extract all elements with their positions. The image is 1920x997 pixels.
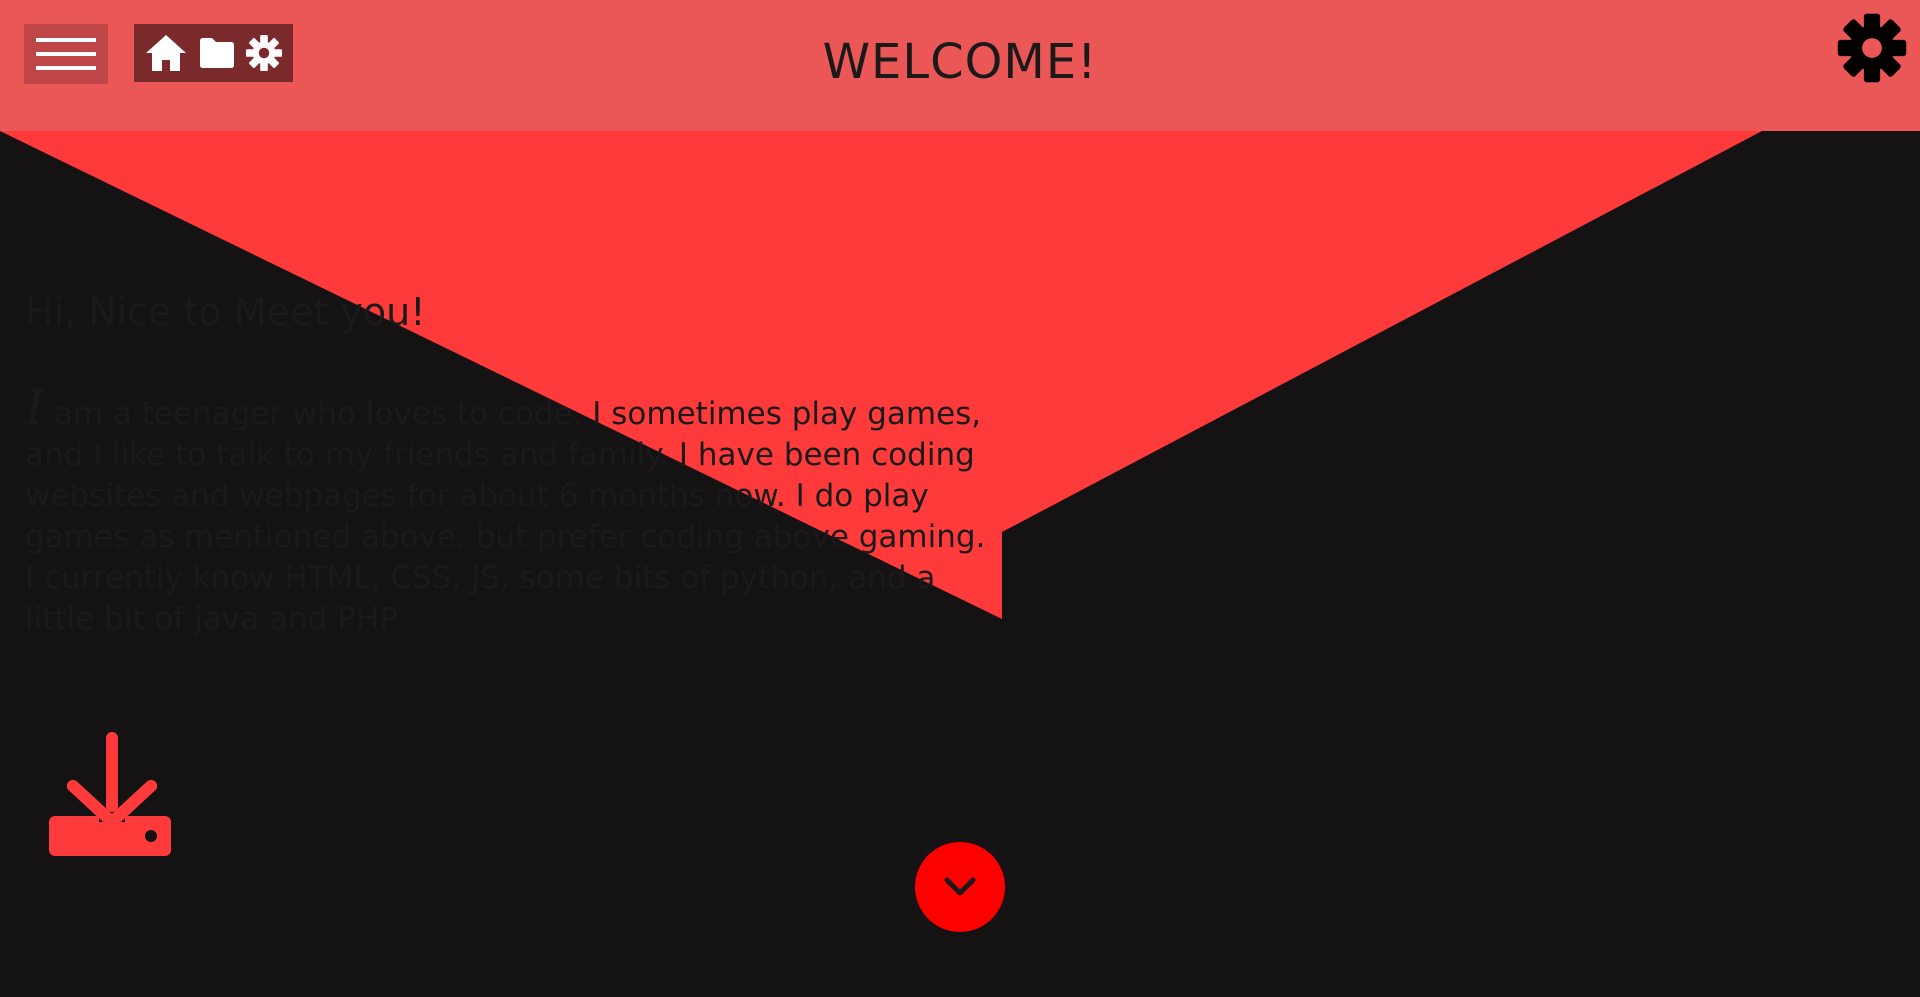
gear-icon: [1837, 13, 1907, 83]
chevron-down-icon: [944, 877, 976, 896]
drop-cap: I: [25, 380, 44, 436]
download-button[interactable]: [24, 707, 198, 881]
intro-heading: Hi, Nice to Meet you!: [25, 290, 426, 334]
settings-button[interactable]: [1836, 12, 1908, 84]
intro-paragraph: I am a teenager who loves to code. I som…: [25, 384, 1000, 640]
download-icon: [49, 732, 171, 856]
intro-text: am a teenager who loves to code. I somet…: [25, 396, 986, 637]
intro-section: Hi, Nice to Meet you! I am a teenager wh…: [25, 290, 1000, 640]
scroll-down-button[interactable]: [915, 842, 1005, 932]
top-header: WELCOME!: [0, 0, 1920, 131]
page-title: WELCOME!: [822, 34, 1098, 90]
page: WELCOME! Hi, Nice to Meet you! I am a te…: [0, 0, 1920, 997]
